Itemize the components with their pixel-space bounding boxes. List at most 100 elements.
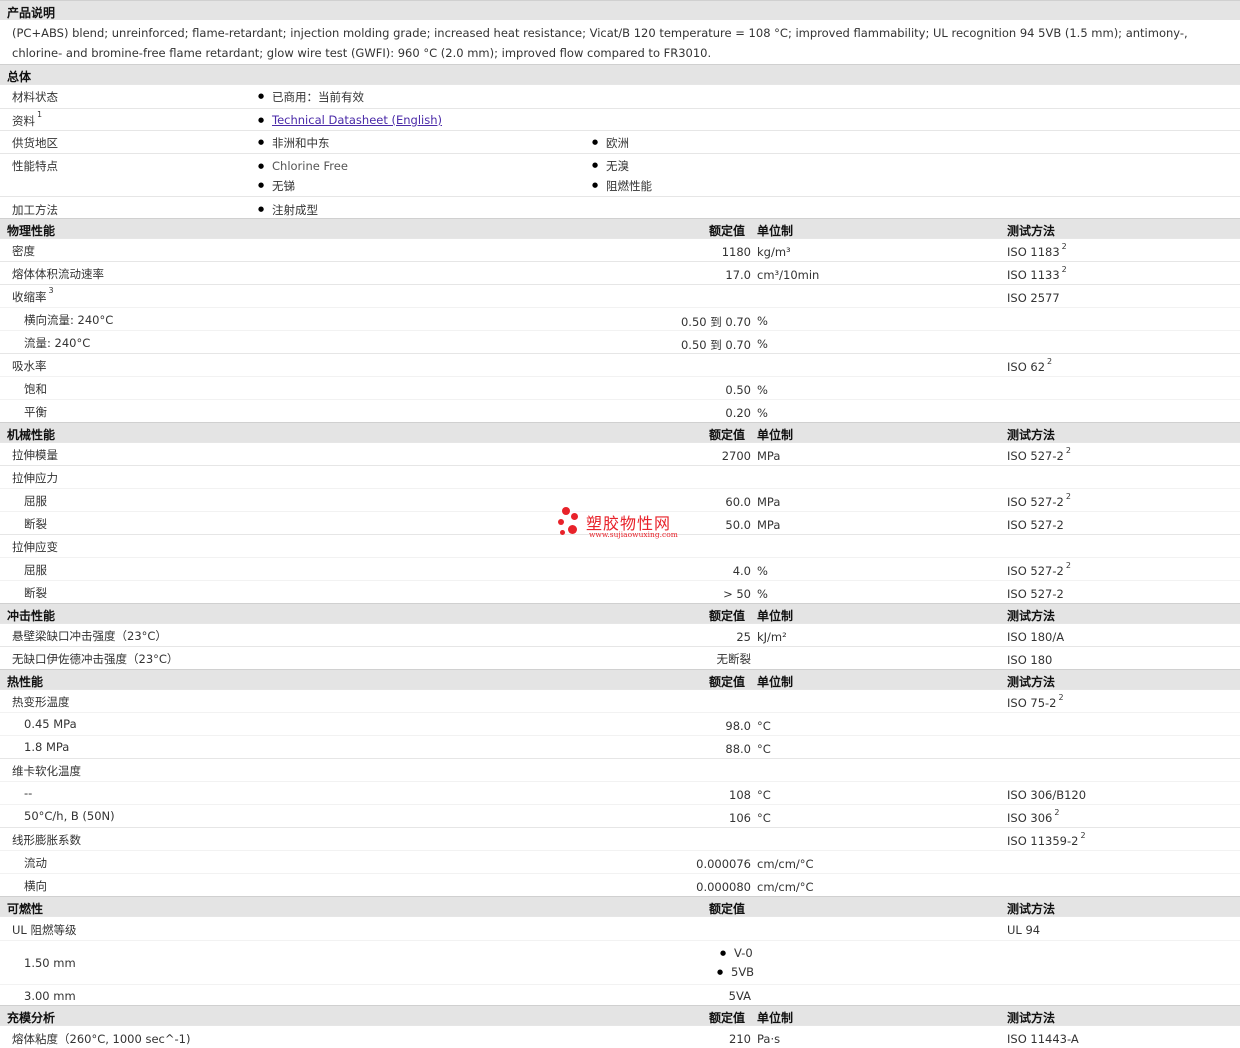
section-title: 可燃性 <box>7 902 44 916</box>
header-nominal: 额定值 <box>709 675 746 689</box>
watermark-logo: 塑胶物性网 www.sujiaowuxing.com <box>556 504 696 544</box>
product-description: (PC+ABS) blend; unreinforced; flame-reta… <box>12 26 1188 60</box>
nominal-value: 17.0 <box>725 268 751 282</box>
row-ul-300: 3.00 mm 5VA <box>0 984 1240 1006</box>
nominal-value: 106 <box>729 811 751 825</box>
row-label: 屈服 <box>24 494 47 508</box>
test-method: ISO 527-2 2 <box>1007 446 1071 463</box>
row-hdt-045: 0.45 MPa 98.0 °C <box>0 712 1240 735</box>
unit: °C <box>757 719 771 733</box>
nominal-value: > 50 <box>723 587 751 601</box>
row-label: 性能特点 <box>12 159 58 173</box>
header-unit: 单位制 <box>757 675 794 689</box>
section-title: 机械性能 <box>7 428 56 442</box>
row-clte: 线形膨胀系数 ISO 11359-2 2 <box>0 827 1240 850</box>
row-vicat-2: 50°C/h, B (50N) 106 °C ISO 306 2 <box>0 804 1240 827</box>
row-label: 横向流量: 240°C <box>24 313 114 327</box>
row-label: 拉伸模量 <box>12 448 58 462</box>
unit: MPa <box>757 449 781 463</box>
test-method: ISO 180/A <box>1007 630 1065 644</box>
unit: °C <box>757 742 771 756</box>
section-title: 物理性能 <box>7 224 56 238</box>
unit: cm/cm/°C <box>757 880 814 894</box>
section-header-physical: 物理性能 额定值 单位制 测试方法 <box>0 218 1240 238</box>
unit: % <box>757 406 768 420</box>
test-text: ISO 527-2 <box>1007 564 1064 578</box>
footnote-ref: 2 <box>1047 357 1053 366</box>
test-method: ISO 527-2 2 <box>1007 492 1071 509</box>
row-label: 断裂 <box>24 517 47 531</box>
unit: °C <box>757 811 771 825</box>
feature-item: 无溴 <box>592 158 629 174</box>
row-mvr: 熔体体积流动速率 17.0 cm³/10min ISO 1133 2 <box>0 261 1240 284</box>
header-nominal: 额定值 <box>709 902 746 916</box>
row-label: 1.8 MPa <box>24 740 70 754</box>
nominal-value: 0.000080 <box>696 880 751 894</box>
row-label: 拉伸应力 <box>12 471 58 485</box>
row-label: -- <box>24 786 33 800</box>
test-method: ISO 527-2 2 <box>1007 561 1071 578</box>
row-vicat: 维卡软化温度 <box>0 758 1240 781</box>
header-nominal: 额定值 <box>709 1011 746 1025</box>
row-melt-viscosity: 熔体粘度（260°C, 1000 sec^-1) 210 Pa·s ISO 11… <box>0 1025 1240 1048</box>
row-label: 0.45 MPa <box>24 717 77 731</box>
row-label: 流动 <box>24 856 47 870</box>
unit: Pa·s <box>757 1032 781 1046</box>
section-header-general: 总体 <box>0 64 1240 84</box>
nominal-value: 5VA <box>728 989 751 1003</box>
test-text: ISO 306 <box>1007 811 1053 825</box>
nominal-value: 0.50 到 0.70 <box>680 338 751 352</box>
row-documents: 资料1 Technical Datasheet (English) <box>0 108 1240 130</box>
nominal-value: 210 <box>729 1032 751 1046</box>
row-tensile-stress: 拉伸应力 <box>0 465 1240 488</box>
row-label: 屈服 <box>24 563 47 577</box>
test-text: ISO 75-2 <box>1007 696 1057 710</box>
row-label: 密度 <box>12 244 35 258</box>
row-label: 热变形温度 <box>12 695 70 709</box>
header-test-method: 测试方法 <box>1007 902 1056 916</box>
header-test-method: 测试方法 <box>1007 675 1056 689</box>
technical-datasheet-link[interactable]: Technical Datasheet (English) <box>258 113 442 127</box>
unit: % <box>757 337 768 351</box>
test-text: ISO 1133 <box>1007 268 1060 282</box>
test-text: ISO 1183 <box>1007 245 1060 259</box>
row-label: 横向 <box>24 879 47 893</box>
header-unit: 单位制 <box>757 224 794 238</box>
row-label: 悬壁梁缺口冲击强度（23°C） <box>12 629 167 643</box>
row-strain-break: 断裂 > 50 % ISO 527-2 <box>0 580 1240 603</box>
row-label: 吸水率 <box>12 359 47 373</box>
unit: MPa <box>757 518 781 532</box>
test-method: ISO 527-2 <box>1007 587 1064 601</box>
section-title: 冲击性能 <box>7 609 56 623</box>
ul-rating-item: V-0 <box>720 946 752 960</box>
row-ul-150: 1.50 mm V-0 5VB <box>0 940 1240 984</box>
feature-item: 无锑 <box>258 178 295 194</box>
row-label: 流量: 240°C <box>24 336 91 350</box>
unit: MPa <box>757 495 781 509</box>
bullet-value: 已商用：当前有效 <box>258 89 364 105</box>
row-izod-notched: 悬壁梁缺口冲击强度（23°C） 25 kJ/m² ISO 180/A <box>0 623 1240 646</box>
row-label: 拉伸应变 <box>12 540 58 554</box>
feature-item: Chlorine Free <box>258 159 348 173</box>
logo-dot <box>568 525 577 534</box>
test-method: ISO 180 <box>1007 653 1053 667</box>
header-test-method: 测试方法 <box>1007 224 1056 238</box>
row-label: 加工方法 <box>12 203 58 217</box>
ul-rating-item: 5VB <box>717 965 754 979</box>
header-unit: 单位制 <box>757 428 794 442</box>
row-hdt-18: 1.8 MPa 88.0 °C <box>0 735 1240 758</box>
row-region: 供货地区 非洲和中东 欧洲 <box>0 130 1240 153</box>
nominal-value: 0.20 <box>725 406 751 420</box>
unit: cm³/10min <box>757 268 820 282</box>
test-method: UL 94 <box>1007 923 1041 937</box>
footnote-ref: 2 <box>1061 242 1067 251</box>
label-text: 资料 <box>12 114 35 128</box>
row-label: 维卡软化温度 <box>12 764 81 778</box>
nominal-value: 无断裂 <box>716 652 752 666</box>
row-clte-cross: 横向 0.000080 cm/cm/°C <box>0 873 1240 896</box>
row-shrinkage-flow: 流量: 240°C 0.50 到 0.70 % <box>0 330 1240 353</box>
unit: cm/cm/°C <box>757 857 814 871</box>
nominal-value: 98.0 <box>725 719 751 733</box>
section-header-flammability: 可燃性 额定值 测试方法 <box>0 896 1240 916</box>
header-test-method: 测试方法 <box>1007 428 1056 442</box>
